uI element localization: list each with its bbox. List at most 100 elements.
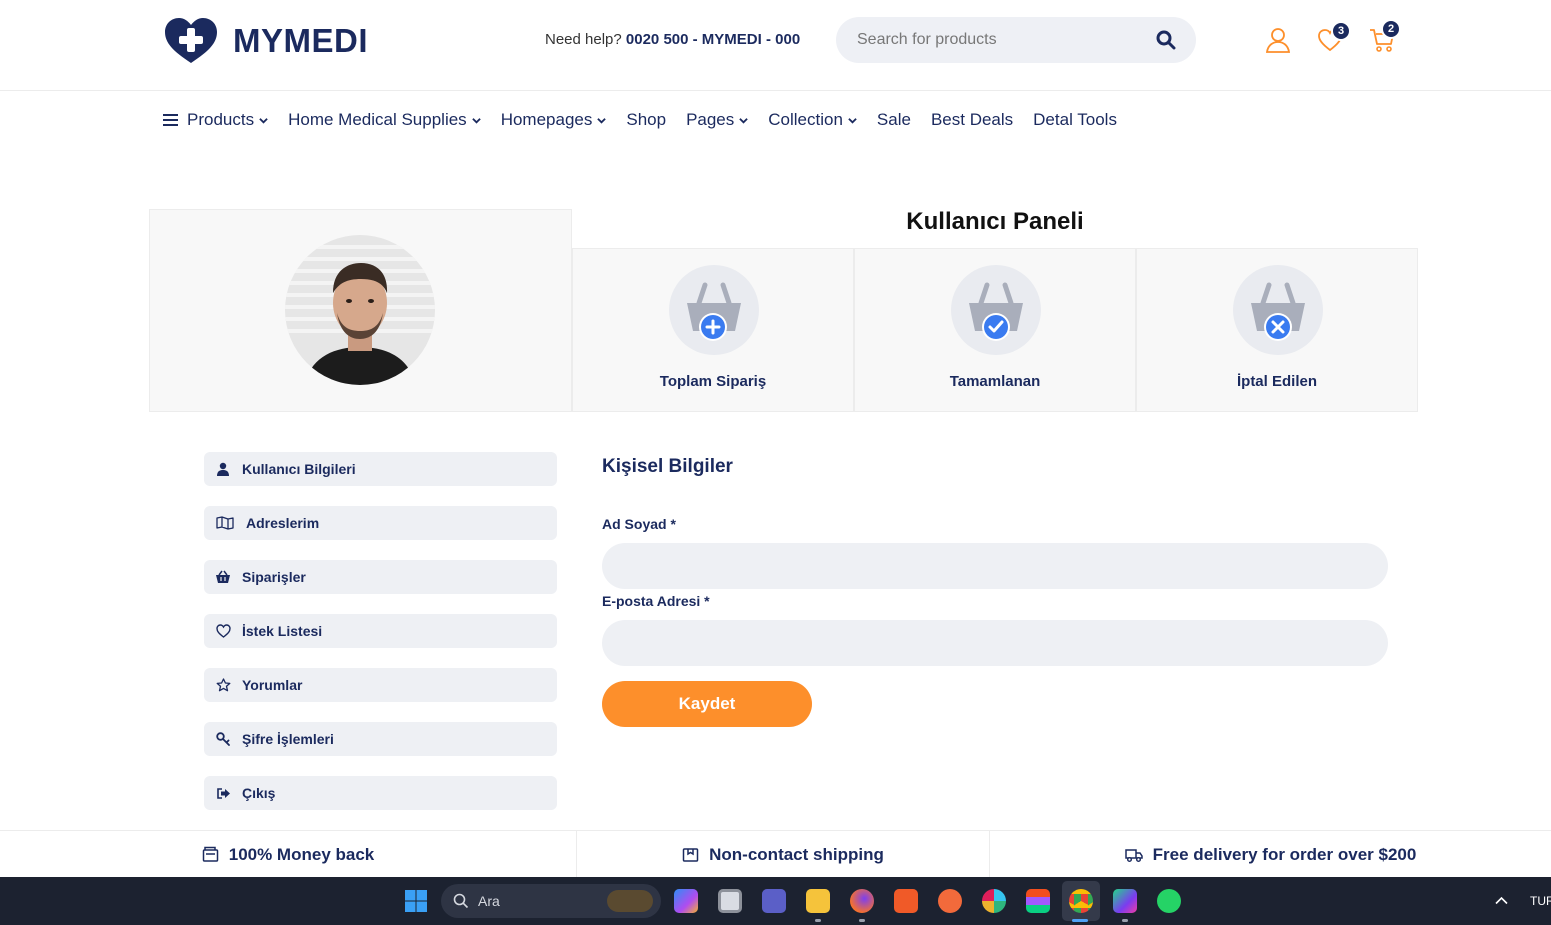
panel-title: Kullanıcı Paneli	[906, 208, 1084, 235]
basket-check-icon	[969, 282, 1023, 341]
sidebar-item-label: Çıkış	[242, 785, 276, 801]
star-icon	[214, 677, 232, 693]
stat-completed-orders[interactable]: Tamamlanan	[854, 248, 1136, 412]
wallet-icon	[202, 846, 218, 862]
file-explorer-icon[interactable]	[806, 889, 830, 913]
os-taskbar: Ara TUR	[0, 877, 1551, 925]
whatsapp-icon[interactable]	[1157, 889, 1181, 913]
figma-icon[interactable]	[1026, 889, 1050, 913]
running-indicator	[815, 919, 821, 922]
sidebar-item-label: Kullanıcı Bilgileri	[242, 461, 356, 477]
feature-label: 100% Money back	[228, 844, 375, 864]
stat-total-orders[interactable]: Toplam Sipariş	[572, 248, 854, 412]
nav-item-home-medical-supplies[interactable]: Home Medical Supplies	[288, 110, 481, 130]
key-icon	[214, 731, 232, 747]
main-nav: Products Home Medical Supplies Homepages…	[163, 108, 1137, 132]
help-line: Need help? 0020 500 - MYMEDI - 000	[545, 31, 800, 48]
email-input[interactable]	[602, 620, 1388, 666]
stat-icon-circle	[669, 265, 759, 355]
logo[interactable]: MYMEDI	[163, 17, 368, 65]
feature-label: Free delivery for order over $200	[1152, 844, 1417, 864]
brave-icon[interactable]	[894, 889, 918, 913]
feature-free-delivery: Free delivery for order over $200	[990, 831, 1551, 878]
chevron-up-icon[interactable]	[1495, 896, 1508, 905]
email-label: E-posta Adresi *	[602, 593, 710, 609]
sidebar-item-addresses[interactable]: Adreslerim	[204, 506, 557, 540]
full-name-input[interactable]	[602, 543, 1388, 589]
nav-item-label: Home Medical Supplies	[288, 110, 467, 129]
stat-cancelled-orders[interactable]: İptal Edilen	[1136, 248, 1418, 412]
chevron-down-icon	[471, 117, 481, 124]
hamburger-menu-icon[interactable]	[163, 113, 178, 127]
search-highlight-icon	[607, 890, 653, 912]
running-indicator	[859, 919, 865, 922]
chevron-down-icon	[848, 117, 857, 124]
postman-icon[interactable]	[938, 889, 962, 913]
language-indicator[interactable]: TUR	[1530, 894, 1551, 908]
site-header: MYMEDI Need help? 0020 500 - MYMEDI - 00…	[0, 0, 1551, 91]
nav-item-label: Pages	[686, 110, 735, 129]
page: MYMEDI Need help? 0020 500 - MYMEDI - 00…	[0, 0, 1551, 925]
nav-item-pages[interactable]: Pages	[686, 110, 749, 130]
sidebar-item-logout[interactable]: Çıkış	[204, 776, 557, 810]
stat-label: Toplam Sipariş	[659, 373, 767, 390]
user-avatar[interactable]	[285, 235, 435, 385]
chevron-down-icon	[259, 117, 268, 124]
windows-start-icon[interactable]	[404, 889, 428, 913]
chevron-down-icon	[739, 117, 749, 124]
search-icon[interactable]	[1156, 30, 1176, 50]
sidebar-item-label: İstek Listesi	[242, 623, 323, 639]
nav-item-products[interactable]: Products	[187, 110, 268, 130]
logo-text: MYMEDI	[233, 22, 368, 59]
help-prefix: Need help?	[545, 31, 622, 48]
user-icon	[214, 461, 232, 477]
sidebar-item-password[interactable]: Şifre İşlemleri	[204, 722, 557, 756]
taskbar-search[interactable]: Ara	[441, 884, 661, 918]
nav-item-label: Shop	[626, 110, 667, 129]
firefox-icon[interactable]	[850, 889, 874, 913]
save-button[interactable]: Kaydet	[602, 681, 812, 727]
running-indicator	[1122, 919, 1128, 922]
profile-card	[149, 209, 572, 412]
nav-item-collection[interactable]: Collection	[768, 110, 857, 130]
nav-item-best-deals[interactable]: Best Deals	[931, 110, 1013, 130]
stat-label: Tamamlanan	[949, 373, 1041, 390]
chrome-icon[interactable]	[1069, 889, 1093, 913]
search-bar	[836, 17, 1196, 63]
user-account-icon[interactable]	[1264, 26, 1292, 54]
help-phone[interactable]: 0020 500 - MYMEDI - 000	[626, 31, 800, 48]
basket-x-icon	[1251, 282, 1305, 341]
basket-icon	[214, 569, 232, 585]
nav-item-label: Best Deals	[930, 110, 1014, 129]
wishlist-count-badge: 3	[1331, 21, 1351, 41]
nav-item-label: Detal Tools	[1033, 110, 1117, 129]
nav-item-shop[interactable]: Shop	[626, 110, 666, 130]
sidebar-item-user-info[interactable]: Kullanıcı Bilgileri	[204, 452, 557, 486]
sidebar-item-wishlist[interactable]: İstek Listesi	[204, 614, 557, 648]
task-view-icon[interactable]	[718, 889, 742, 913]
feature-non-contact-shipping: Non-contact shipping	[577, 831, 990, 878]
taskbar-search-label: Ara	[478, 893, 500, 909]
logout-icon	[214, 785, 232, 801]
cart-count-badge: 2	[1381, 19, 1401, 39]
nav-item-label: Collection	[768, 110, 843, 129]
nav-item-label: Homepages	[500, 110, 593, 129]
phpstorm-icon[interactable]	[1113, 889, 1137, 913]
slack-icon[interactable]	[982, 889, 1006, 913]
package-icon	[682, 848, 699, 862]
heart-icon	[214, 623, 232, 639]
nav-item-sale[interactable]: Sale	[877, 110, 911, 130]
nav-item-homepages[interactable]: Homepages	[501, 110, 607, 130]
nav-item-label: Products	[187, 110, 255, 129]
search-input[interactable]	[857, 29, 1137, 51]
stat-label: İptal Edilen	[1236, 373, 1317, 390]
nav-item-detal-tools[interactable]: Detal Tools	[1033, 110, 1117, 130]
feature-money-back: 100% Money back	[0, 831, 577, 878]
nav-item-label: Sale	[876, 110, 911, 129]
sidebar-item-orders[interactable]: Siparişler	[204, 560, 557, 594]
sidebar-item-reviews[interactable]: Yorumlar	[204, 668, 557, 702]
copilot-icon[interactable]	[674, 889, 698, 913]
teams-icon[interactable]	[762, 889, 786, 913]
active-indicator	[1072, 919, 1088, 922]
name-label: Ad Soyad *	[602, 516, 676, 532]
